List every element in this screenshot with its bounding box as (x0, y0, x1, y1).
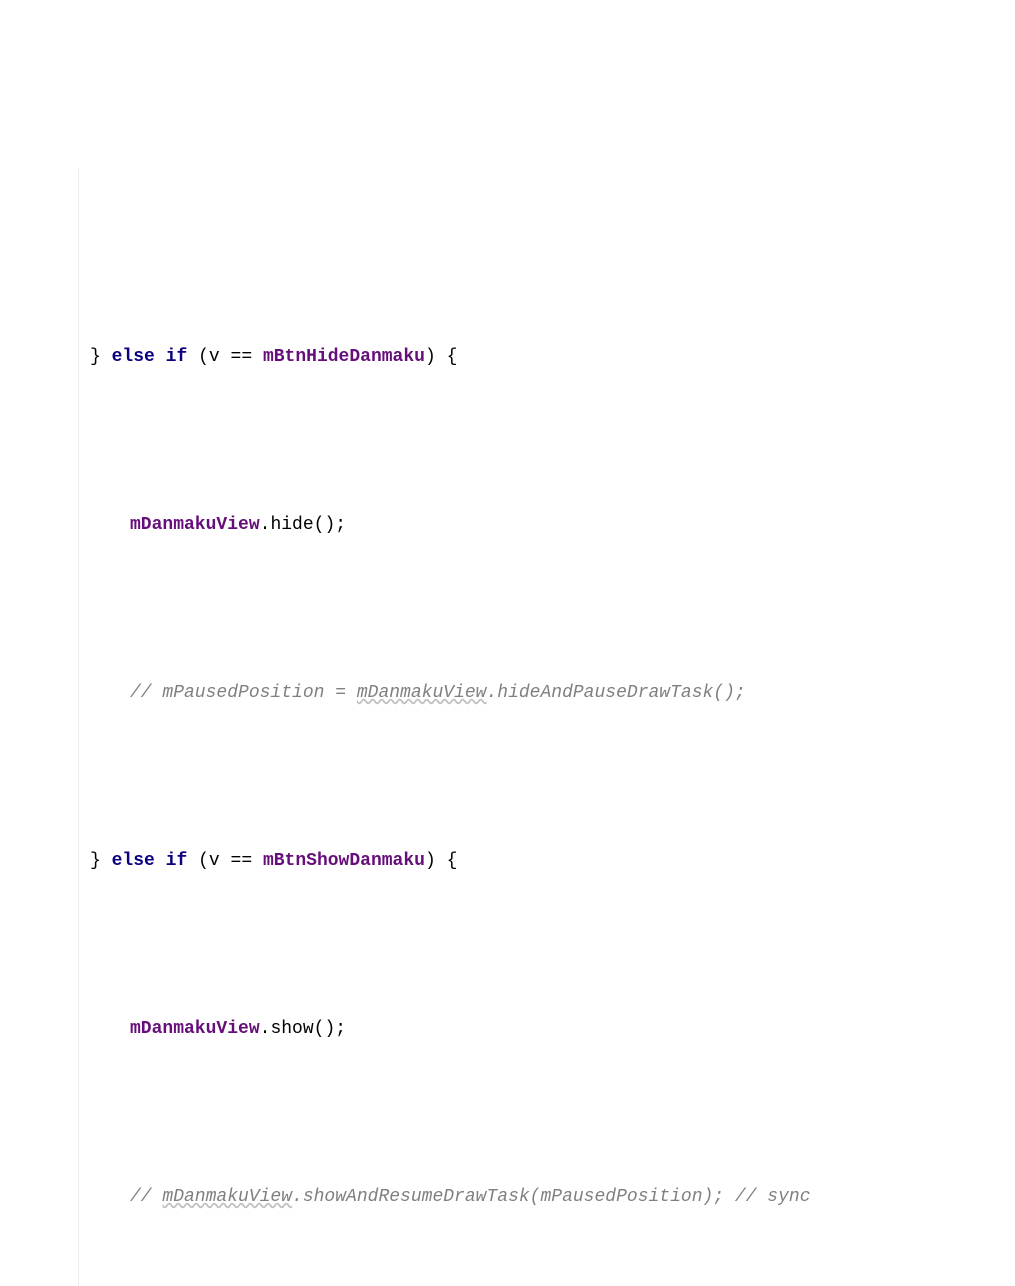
code-line: // mDanmakuView.showAndResumeDrawTask(mP… (30, 1176, 1015, 1218)
dot: . (260, 1019, 271, 1039)
code-line: mDanmakuView.show(); (30, 1008, 1015, 1050)
var-v: v (209, 347, 220, 367)
keyword-else: else (112, 347, 155, 367)
brace-close: } (90, 347, 101, 367)
field-mBtnHideDanmaku: mBtnHideDanmaku (263, 347, 425, 367)
paren-open: ( (314, 515, 325, 535)
var-v: v (209, 851, 220, 871)
paren-open: ( (314, 1019, 325, 1039)
semicolon: ; (335, 515, 346, 535)
code-line: mDanmakuView.hide(); (30, 504, 1015, 546)
keyword-else: else (112, 851, 155, 871)
brace-open: { (447, 347, 458, 367)
paren-close: ) (425, 347, 436, 367)
method-show: show (270, 1019, 313, 1039)
comment: // mPausedPosition = mDanmakuView.hideAn… (130, 683, 746, 703)
semicolon: ; (335, 1019, 346, 1039)
paren-close: ) (324, 1019, 335, 1039)
paren-open: ( (198, 851, 209, 871)
comment: // mDanmakuView.showAndResumeDrawTask(mP… (130, 1187, 811, 1207)
field-mBtnShowDanmaku: mBtnShowDanmaku (263, 851, 425, 871)
method-hide: hide (270, 515, 313, 535)
code-editor[interactable]: } else if (v == mBtnHideDanmaku) { mDanm… (0, 168, 1015, 1286)
brace-close: } (90, 851, 101, 871)
field-mDanmakuView: mDanmakuView (130, 1019, 260, 1039)
dot: . (260, 515, 271, 535)
code-line: // mPausedPosition = mDanmakuView.hideAn… (30, 672, 1015, 714)
code-line: } else if (v == mBtnShowDanmaku) { (30, 840, 1015, 882)
op-eq: == (231, 851, 253, 871)
brace-open: { (447, 851, 458, 871)
code-line: } else if (v == mBtnHideDanmaku) { (30, 336, 1015, 378)
paren-open: ( (198, 347, 209, 367)
field-mDanmakuView: mDanmakuView (130, 515, 260, 535)
keyword-if: if (166, 851, 188, 871)
op-eq: == (231, 347, 253, 367)
keyword-if: if (166, 347, 188, 367)
paren-close: ) (324, 515, 335, 535)
paren-close: ) (425, 851, 436, 871)
